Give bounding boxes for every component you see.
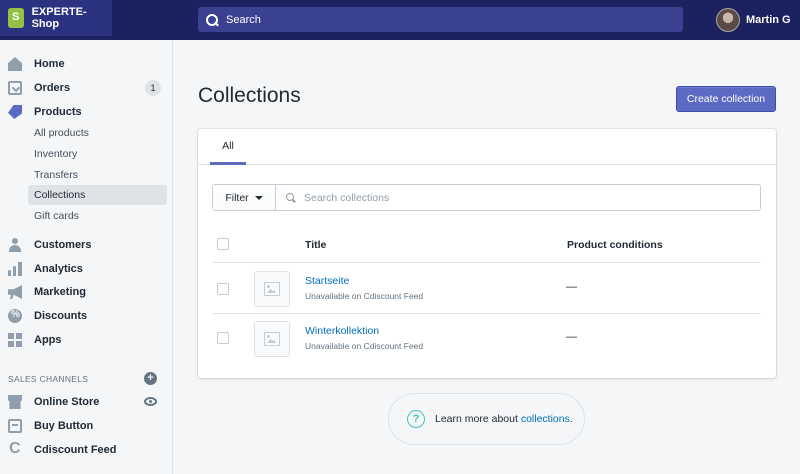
collection-availability: Unavailable on Cdiscount Feed: [305, 291, 424, 301]
column-product-conditions: Product conditions: [567, 239, 663, 251]
learn-more-text: Learn more about collections.: [435, 413, 573, 425]
collection-title-link[interactable]: Startseite: [305, 275, 349, 287]
sidebar-item-label: Marketing: [34, 286, 86, 298]
shopify-logo-icon: [8, 8, 24, 28]
user-menu[interactable]: Martin G: [716, 8, 791, 32]
image-placeholder-icon: [264, 332, 280, 346]
apps-icon: [8, 333, 22, 347]
learn-more-link[interactable]: collections: [521, 413, 570, 425]
page-title: Collections: [198, 84, 301, 107]
store-name: EXPERTE-Shop: [31, 6, 87, 30]
sidebar-subitem-gift-cards[interactable]: Gift cards: [28, 206, 167, 226]
sidebar-item-label: Buy Button: [34, 420, 94, 432]
filter-label: Filter: [225, 191, 249, 204]
collection-availability: Unavailable on Cdiscount Feed: [305, 341, 424, 351]
collections-search: [276, 185, 760, 210]
avatar: [716, 8, 740, 32]
sidebar-item-discounts[interactable]: Discounts: [0, 306, 173, 326]
global-search[interactable]: Search: [198, 7, 683, 32]
top-bar: EXPERTE-Shop Search Martin G: [0, 0, 800, 40]
tab-all[interactable]: All: [210, 129, 246, 165]
sidebar-item-label: Home: [34, 58, 65, 70]
tab-bar: All: [198, 129, 776, 165]
sidebar-item-online-store[interactable]: Online Store: [0, 392, 173, 412]
sidebar-item-label: Cdiscount Feed: [34, 444, 117, 456]
sales-channels-heading: SALES CHANNELS: [8, 374, 89, 384]
cdiscount-icon: [8, 440, 22, 458]
table-row[interactable]: Winterkollektion Unavailable on Cdiscoun…: [212, 314, 761, 364]
filter-bar: Filter: [212, 184, 761, 211]
sidebar-subitem-all-products[interactable]: All products: [28, 123, 167, 143]
store-icon: [8, 395, 22, 409]
sidebar-subitem-inventory[interactable]: Inventory: [28, 144, 167, 164]
discounts-icon: [8, 309, 22, 323]
sidebar-item-orders[interactable]: Orders 1: [0, 78, 173, 98]
image-placeholder-icon: [264, 282, 280, 296]
sidebar-item-cdiscount-feed[interactable]: Cdiscount Feed: [0, 440, 173, 460]
sidebar-item-buy-button[interactable]: Buy Button: [0, 416, 173, 436]
caret-down-icon: [254, 195, 263, 200]
customers-icon: [8, 238, 22, 252]
sidebar-item-label: Products: [34, 106, 82, 118]
orders-icon: [8, 81, 22, 95]
learn-more-prefix: Learn more about: [435, 413, 521, 425]
collection-thumbnail: [254, 321, 290, 357]
learn-more-suffix: .: [569, 413, 573, 425]
add-sales-channel-plus-icon[interactable]: +: [144, 372, 157, 385]
eye-icon[interactable]: [144, 397, 157, 406]
sidebar-item-label: Customers: [34, 239, 92, 251]
sidebar-item-label: Online Store: [34, 396, 100, 408]
sidebar-item-home[interactable]: Home: [0, 54, 173, 74]
tag-icon: [8, 105, 22, 119]
sidebar-item-customers[interactable]: Customers: [0, 235, 173, 255]
sidebar-item-label: Analytics: [34, 263, 83, 275]
product-conditions-value: —: [566, 331, 577, 343]
buy-button-icon: [8, 419, 22, 433]
orders-count-badge: 1: [145, 80, 161, 96]
megaphone-icon: [8, 285, 22, 299]
collection-thumbnail: [254, 271, 290, 307]
sidebar-item-products[interactable]: Products: [0, 102, 173, 122]
row-checkbox[interactable]: [217, 283, 229, 295]
analytics-icon: [8, 262, 22, 276]
home-icon: [8, 57, 22, 71]
sidebar-item-marketing[interactable]: Marketing: [0, 282, 173, 302]
user-name: Martin G: [746, 14, 791, 26]
sidebar-item-label: Discounts: [34, 310, 88, 322]
row-checkbox[interactable]: [217, 332, 229, 344]
search-icon: [206, 13, 218, 26]
table-header: Title Product conditions: [212, 229, 761, 263]
help-question-icon: ?: [407, 410, 425, 428]
sidebar-item-apps[interactable]: Apps: [0, 330, 173, 350]
create-collection-button[interactable]: Create collection: [676, 86, 776, 112]
sidebar-item-label: Apps: [34, 334, 62, 346]
filter-button[interactable]: Filter: [213, 185, 276, 210]
search-icon: [286, 192, 296, 203]
store-switcher[interactable]: EXPERTE-Shop: [0, 0, 112, 36]
learn-more-callout: ? Learn more about collections.: [388, 393, 585, 445]
search-collections-input[interactable]: [304, 191, 744, 204]
collections-card: All Filter Title Product conditions Star…: [198, 129, 776, 378]
sidebar-item-label: Orders: [34, 82, 71, 94]
sidebar-subitem-collections[interactable]: Collections: [28, 185, 167, 205]
search-label: Search: [226, 13, 261, 26]
column-title: Title: [305, 239, 327, 251]
product-conditions-value: —: [566, 281, 577, 293]
select-all-checkbox[interactable]: [217, 238, 229, 250]
collection-title-link[interactable]: Winterkollektion: [305, 325, 379, 337]
sidebar: Home Orders 1 Products All products Inve…: [0, 40, 173, 474]
table-row[interactable]: Startseite Unavailable on Cdiscount Feed…: [212, 264, 761, 314]
sidebar-item-analytics[interactable]: Analytics: [0, 259, 173, 279]
sidebar-subitem-transfers[interactable]: Transfers: [28, 165, 167, 185]
